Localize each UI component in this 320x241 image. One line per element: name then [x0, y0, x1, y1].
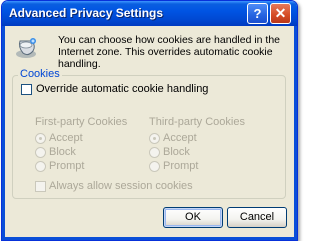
- first-party-accept-label[interactable]: Accept: [49, 132, 83, 144]
- window-frame-bottom: [2, 237, 297, 240]
- third-party-prompt-radio[interactable]: [149, 161, 160, 172]
- window-frame-right: [294, 26, 297, 240]
- intro-text: You can choose how cookies are handled i…: [58, 34, 281, 70]
- privacy-settings-icon: [16, 38, 36, 58]
- cookies-group-legend: Cookies: [18, 68, 62, 80]
- third-party-accept-radio[interactable]: [149, 133, 160, 144]
- close-icon: ✕: [274, 5, 287, 21]
- first-party-prompt-radio[interactable]: [35, 161, 46, 172]
- third-party-block-radio[interactable]: [149, 147, 160, 158]
- override-checkbox[interactable]: [21, 84, 32, 95]
- help-button[interactable]: ?: [247, 3, 268, 24]
- override-label[interactable]: Override automatic cookie handling: [36, 83, 208, 95]
- first-party-block-label[interactable]: Block: [49, 146, 76, 158]
- first-party-accept-radio[interactable]: [35, 133, 46, 144]
- third-party-block-label[interactable]: Block: [163, 146, 190, 158]
- third-party-accept-label[interactable]: Accept: [163, 132, 197, 144]
- cancel-button[interactable]: Cancel: [227, 207, 287, 228]
- first-party-prompt-label[interactable]: Prompt: [49, 160, 84, 172]
- close-button[interactable]: ✕: [270, 3, 291, 24]
- session-cookies-label[interactable]: Always allow session cookies: [49, 180, 193, 192]
- first-party-heading: First-party Cookies: [35, 116, 128, 128]
- third-party-heading: Third-party Cookies: [149, 116, 245, 128]
- first-party-block-radio[interactable]: [35, 147, 46, 158]
- help-icon: ?: [253, 6, 262, 21]
- third-party-prompt-label[interactable]: Prompt: [163, 160, 198, 172]
- advanced-privacy-settings-dialog: Advanced Privacy Settings ? ✕ You can ch…: [1, 0, 298, 241]
- title-bar[interactable]: Advanced Privacy Settings ? ✕: [2, 1, 297, 26]
- window-frame-left: [2, 26, 5, 240]
- window-title: Advanced Privacy Settings: [9, 6, 164, 20]
- ok-button[interactable]: OK: [163, 207, 223, 228]
- session-cookies-checkbox[interactable]: [35, 181, 46, 192]
